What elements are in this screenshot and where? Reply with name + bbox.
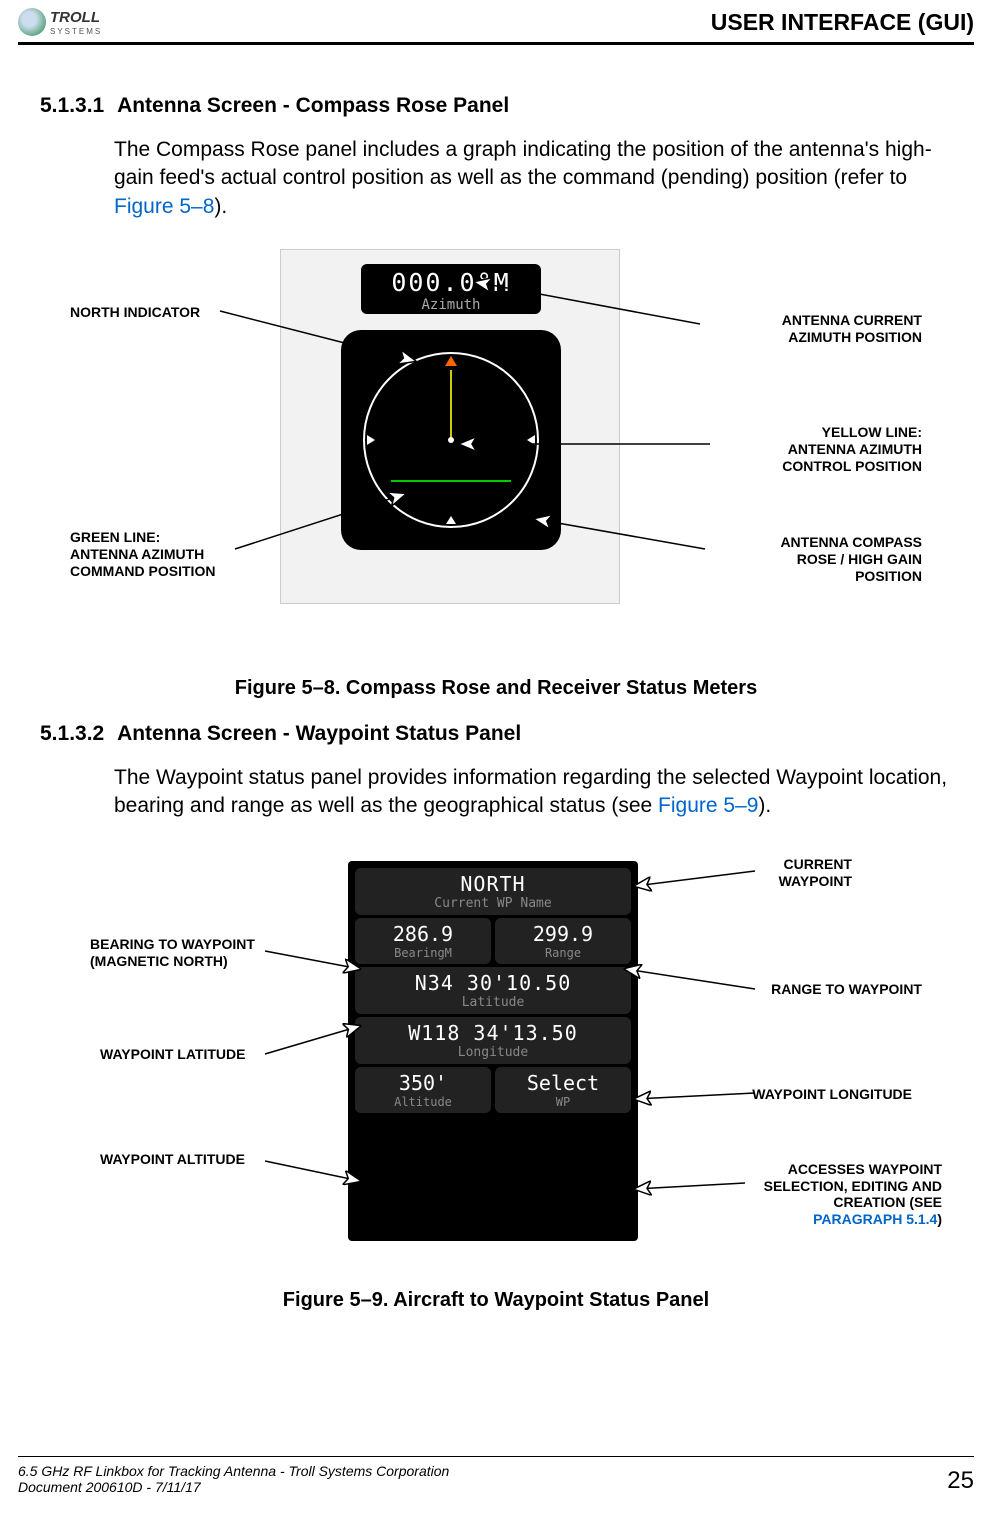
arrow-icon: [265, 1161, 365, 1186]
section-title: Antenna Screen - Compass Rose Panel: [117, 94, 509, 117]
callout-bearing: BEARING TO WAYPOINT (MAGNETIC NORTH): [90, 936, 255, 970]
figure-caption: Figure 5–9. Aircraft to Waypoint Status …: [40, 1289, 952, 1312]
bearing-value: 286.9: [355, 922, 491, 946]
arrow-icon: [265, 951, 365, 976]
logo-subtext: SYSTEMS: [50, 27, 102, 36]
arrow-icon: [470, 282, 710, 332]
longitude-row: W118 34'13.50 Longitude: [355, 1017, 631, 1064]
north-indicator-icon: [445, 356, 457, 366]
callout-green: GREEN LINE: ANTENNA AZIMUTH COMMAND POSI…: [70, 529, 215, 579]
logo-swirl-icon: [18, 8, 46, 36]
section-number: 5.1.3.1: [40, 94, 112, 118]
bearing-label: BearingM: [355, 946, 491, 960]
figure-5-8: 000.0°M Azimuth NORTH INDICATOR GREEN LI…: [40, 249, 952, 669]
fig-xref[interactable]: Figure 5–9: [658, 794, 758, 817]
select-sublabel: WP: [495, 1095, 631, 1109]
latitude-value: N34 30'10.50: [355, 971, 631, 995]
arrow-icon: [620, 969, 760, 994]
figure-caption: Figure 5–8. Compass Rose and Receiver St…: [40, 677, 952, 700]
south-tick-icon: [446, 516, 456, 524]
callout-current-azimuth: ANTENNA CURRENT AZIMUTH POSITION: [782, 312, 922, 346]
callout-latitude: WAYPOINT LATITUDE: [100, 1046, 245, 1063]
range-label: Range: [495, 946, 631, 960]
arrow-icon: [630, 1091, 760, 1106]
arrow-icon: [220, 311, 420, 371]
callout-longitude: WAYPOINT LONGITUDE: [752, 1086, 912, 1103]
callout-range: RANGE TO WAYPOINT: [771, 981, 922, 998]
page-footer: 6.5 GHz RF Linkbox for Tracking Antenna …: [18, 1456, 974, 1495]
arrow-icon: [630, 1181, 750, 1196]
arrow-icon: [630, 871, 760, 891]
waypoint-name: NORTH: [355, 872, 631, 896]
altitude-cell: 350' Altitude: [355, 1067, 491, 1113]
section-heading: 5.1.3.2 Antenna Screen - Waypoint Status…: [40, 722, 952, 746]
arrow-icon: [530, 519, 710, 559]
bearing-cell: 286.9 BearingM: [355, 918, 491, 964]
waypoint-name-label: Current WP Name: [355, 896, 631, 911]
waypoint-panel-screenshot: NORTH Current WP Name 286.9 BearingM 299…: [348, 861, 638, 1241]
callout-select: ACCESSES WAYPOINT SELECTION, EDITING AND…: [764, 1161, 942, 1228]
longitude-label: Longitude: [355, 1045, 631, 1060]
range-value: 299.9: [495, 922, 631, 946]
range-cell: 299.9 Range: [495, 918, 631, 964]
page-header: TROLL SYSTEMS USER INTERFACE (GUI): [18, 8, 974, 45]
yellow-control-line: [450, 370, 452, 440]
callout-compass-rose: ANTENNA COMPASS ROSE / HIGH GAIN POSITIO…: [780, 534, 922, 584]
latitude-row: N34 30'10.50 Latitude: [355, 967, 631, 1014]
arrow-icon: [265, 1026, 365, 1061]
altitude-value: 350': [355, 1071, 491, 1095]
page-number: 25: [947, 1467, 974, 1495]
center-dot-icon: [448, 437, 454, 443]
figure-5-9: NORTH Current WP Name 286.9 BearingM 299…: [40, 851, 952, 1281]
section-body: The Waypoint status panel provides infor…: [114, 764, 952, 821]
footer-docid: Document 200610D - 7/11/17: [18, 1479, 449, 1495]
waypoint-name-row: NORTH Current WP Name: [355, 868, 631, 915]
page-title: USER INTERFACE (GUI): [711, 9, 974, 36]
callout-yellow: YELLOW LINE: ANTENNA AZIMUTH CONTROL POS…: [782, 424, 922, 474]
arrow-icon: [235, 494, 415, 554]
paragraph-xref[interactable]: PARAGRAPH 5.1.4: [813, 1211, 937, 1227]
section-body: The Compass Rose panel includes a graph …: [114, 136, 952, 221]
footer-title: 6.5 GHz RF Linkbox for Tracking Antenna …: [18, 1463, 449, 1479]
callout-altitude: WAYPOINT ALTITUDE: [100, 1151, 245, 1168]
logo-text: TROLL: [50, 9, 100, 26]
latitude-label: Latitude: [355, 995, 631, 1010]
longitude-value: W118 34'13.50: [355, 1021, 631, 1045]
green-command-line: [391, 480, 511, 482]
callout-north: NORTH INDICATOR: [70, 304, 200, 321]
select-wp-button[interactable]: Select WP: [495, 1067, 631, 1113]
callout-current-wp: CURRENT WAYPOINT: [779, 856, 852, 890]
section-title: Antenna Screen - Waypoint Status Panel: [117, 722, 521, 745]
arrow-icon: [455, 434, 715, 454]
west-tick-icon: [367, 435, 375, 445]
fig-xref[interactable]: Figure 5–8: [114, 195, 214, 218]
section-number: 5.1.3.2: [40, 722, 112, 746]
altitude-label: Altitude: [355, 1095, 491, 1109]
logo: TROLL SYSTEMS: [18, 8, 102, 36]
select-label: Select: [495, 1071, 631, 1095]
section-heading: 5.1.3.1 Antenna Screen - Compass Rose Pa…: [40, 94, 952, 118]
